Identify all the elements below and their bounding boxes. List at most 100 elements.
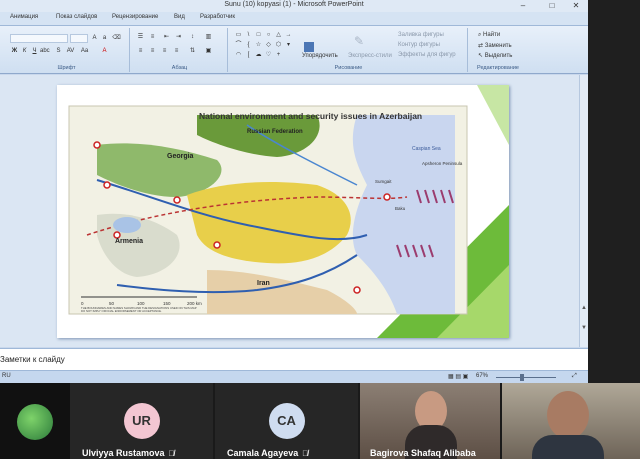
- participant-name: Camala Agayeva 🎙̸: [227, 448, 309, 458]
- arrange-icon[interactable]: [304, 42, 314, 52]
- shape-line-icon[interactable]: \: [244, 32, 253, 39]
- green-accent-top: [477, 85, 509, 145]
- find-label: Найти: [483, 32, 501, 38]
- participant-tile[interactable]: UR Ulviyya Rustamova 🎙̸: [70, 383, 213, 459]
- font-group-label: Шрифт: [57, 65, 76, 71]
- shape-arrow-icon[interactable]: →: [284, 32, 293, 39]
- smartart-icon[interactable]: ▣: [204, 48, 213, 55]
- avatar: CA: [268, 403, 305, 439]
- arrange-label[interactable]: Упорядочить: [302, 53, 338, 59]
- shape-textbox-icon[interactable]: ▭: [234, 32, 243, 39]
- lake-sevan: [113, 217, 141, 233]
- case-icon[interactable]: Aa: [80, 48, 89, 55]
- bold-icon[interactable]: Ж: [10, 48, 19, 55]
- align-right-icon[interactable]: ≡: [160, 48, 169, 55]
- zoom-slider[interactable]: [496, 377, 556, 378]
- participant-name: Ulviyya Rustamova 🎙̸: [82, 448, 175, 458]
- shape-bracket-icon[interactable]: [: [244, 52, 253, 59]
- zoom-slider-thumb[interactable]: [520, 374, 524, 381]
- bullets-icon[interactable]: ☰: [136, 34, 145, 41]
- decrease-indent-icon[interactable]: ⇤: [162, 34, 171, 41]
- quick-styles-icon[interactable]: ✎: [354, 35, 364, 47]
- shape-plus-icon[interactable]: +: [274, 52, 283, 59]
- shape-rect-icon[interactable]: □: [254, 32, 263, 39]
- shape-triangle-icon[interactable]: △: [274, 32, 283, 39]
- window-title: Sunu (10) kopyasi (1) - Microsoft PowerP…: [224, 1, 364, 8]
- maximize-button[interactable]: □: [543, 0, 561, 12]
- participant-tile[interactable]: Bagirova Shafaq Alibaba: [360, 383, 500, 459]
- label-caspian-sea: Caspian Sea: [412, 146, 441, 152]
- close-button[interactable]: ✕: [567, 0, 585, 12]
- select-label: Выделить: [484, 53, 513, 59]
- paragraph-group: ☰ ≡ ⇤ ⇥ ↕ ▥ ≡ ≡ ≡ ≡ ⇅ ▣ Абзац: [132, 28, 228, 72]
- justify-icon[interactable]: ≡: [172, 48, 181, 55]
- scroll-up-icon[interactable]: ▲: [581, 305, 587, 311]
- line-spacing-icon[interactable]: ↕: [188, 34, 197, 41]
- shape-fill-label[interactable]: Заливка фигуры: [398, 32, 444, 38]
- tab-view[interactable]: Вид: [174, 14, 185, 20]
- tab-review[interactable]: Рецензирование: [112, 14, 158, 20]
- shape-heart-icon[interactable]: ♡: [264, 52, 273, 59]
- underline-icon[interactable]: Ч: [30, 48, 39, 55]
- label-armenia: Armenia: [115, 238, 143, 245]
- text-direction-icon[interactable]: ⇅: [188, 48, 197, 55]
- ribbon: A a ⌫ Ж К Ч abc S AV Aa A Шрифт ☰ ≡ ⇤ ⇥ …: [0, 26, 588, 74]
- shape-oval-icon[interactable]: ○: [264, 32, 273, 39]
- vertical-scrollbar[interactable]: ▲ ▼: [579, 75, 588, 347]
- view-buttons[interactable]: ▦ ▤ ▣: [448, 373, 468, 380]
- binoculars-icon: ⌕: [478, 32, 482, 38]
- shrink-font-icon[interactable]: a: [100, 35, 109, 42]
- shape-arc-icon[interactable]: ◠: [234, 52, 243, 59]
- shape-callout-icon[interactable]: ◇: [264, 42, 273, 49]
- editing-group-label: Редактирование: [477, 65, 519, 71]
- minimize-button[interactable]: –: [514, 0, 532, 12]
- notes-placeholder[interactable]: Заметки к слайду: [0, 355, 65, 364]
- find-button[interactable]: ⌕ Найти: [478, 32, 500, 39]
- numbering-icon[interactable]: ≡: [148, 34, 157, 41]
- paragraph-group-label: Абзац: [171, 65, 188, 71]
- shadow-icon[interactable]: S: [54, 48, 63, 55]
- align-center-icon[interactable]: ≡: [148, 48, 157, 55]
- notes-pane[interactable]: Заметки к слайду: [0, 348, 588, 370]
- zoom-level[interactable]: 67%: [476, 373, 488, 379]
- video-feed-body: [532, 435, 604, 459]
- scroll-down-icon[interactable]: ▼: [581, 325, 587, 331]
- scale-tick-200: 200 km: [187, 301, 202, 306]
- select-button[interactable]: ↖ Выделить: [478, 52, 512, 59]
- replace-button[interactable]: ⇄ Заменить: [478, 42, 512, 49]
- shape-hexagon-icon[interactable]: ⬡: [274, 42, 283, 49]
- tab-developer[interactable]: Разработчик: [200, 14, 235, 20]
- fit-window-icon[interactable]: ⤢: [572, 373, 577, 380]
- participant-tile[interactable]: [0, 383, 70, 459]
- clear-format-icon[interactable]: ⌫: [112, 35, 121, 42]
- shape-cloud-icon[interactable]: ☁: [254, 52, 263, 59]
- shape-curve-icon[interactable]: ⌒: [234, 42, 243, 49]
- font-color-icon[interactable]: A: [100, 48, 109, 55]
- shape-effects-label[interactable]: Эффекты для фигур: [398, 52, 456, 58]
- slide-graphic: 0 50 100 150 200 km National environment…: [68, 85, 509, 338]
- shape-brace-icon[interactable]: {: [244, 42, 253, 49]
- title-bar: Sunu (10) kopyasi (1) - Microsoft PowerP…: [0, 0, 588, 12]
- participant-tile[interactable]: [502, 383, 640, 459]
- font-name-select[interactable]: [10, 34, 68, 43]
- replace-label: Заменить: [484, 43, 512, 49]
- shape-star-icon[interactable]: ☆: [254, 42, 263, 49]
- label-baku: Baku: [395, 206, 406, 211]
- slide-workspace: 0 50 100 150 200 km National environment…: [0, 75, 588, 347]
- quick-styles-label[interactable]: Экспресс-стили: [348, 53, 392, 59]
- shape-outline-label[interactable]: Контур фигуры: [398, 42, 440, 48]
- tab-slideshow[interactable]: Показ слайдов: [56, 14, 97, 20]
- columns-icon[interactable]: ▥: [204, 34, 213, 41]
- align-left-icon[interactable]: ≡: [136, 48, 145, 55]
- italic-icon[interactable]: К: [20, 48, 29, 55]
- status-bar: RU ▦ ▤ ▣ 67% ⤢: [0, 370, 588, 383]
- strikethrough-icon[interactable]: abc: [40, 48, 50, 55]
- increase-indent-icon[interactable]: ⇥: [174, 34, 183, 41]
- spacing-icon[interactable]: AV: [66, 48, 75, 55]
- participant-tile[interactable]: CA Camala Agayeva 🎙̸: [215, 383, 358, 459]
- font-size-select[interactable]: [70, 34, 88, 43]
- tab-animation[interactable]: Анимация: [10, 14, 38, 20]
- shape-more-icon[interactable]: ▾: [284, 42, 293, 49]
- slide-canvas[interactable]: 0 50 100 150 200 km National environment…: [57, 85, 509, 338]
- grow-font-icon[interactable]: A: [90, 35, 99, 42]
